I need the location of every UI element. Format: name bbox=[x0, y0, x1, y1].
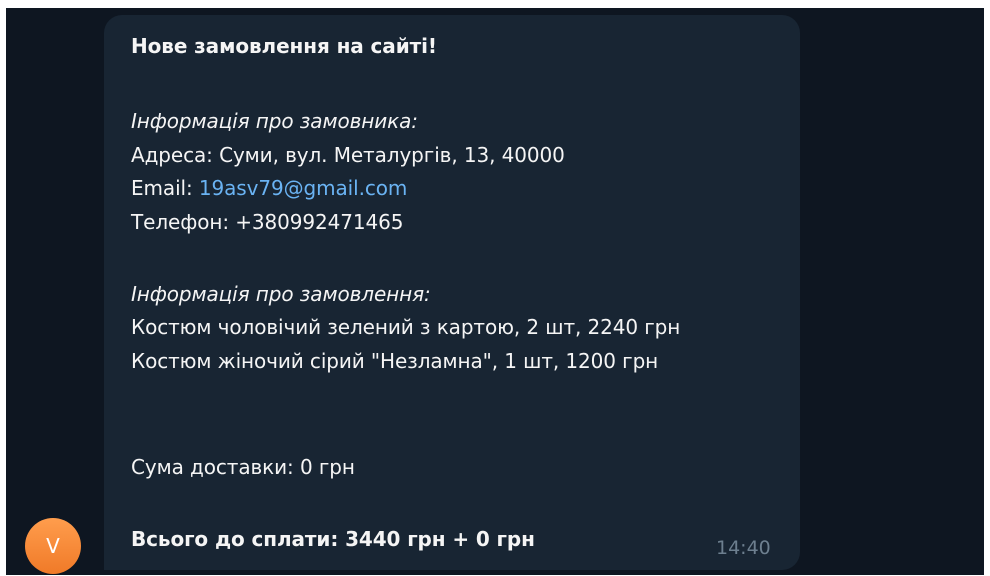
message-title: Нове замовлення на сайті! bbox=[131, 34, 437, 58]
address-label: Адреса: bbox=[131, 143, 213, 167]
phone-line: Телефон: +380992471465 bbox=[131, 210, 403, 234]
delivery-line: Сума доставки: 0 грн bbox=[131, 455, 355, 479]
email-label: Email: bbox=[131, 176, 193, 200]
message-timestamp: 14:40 bbox=[716, 537, 771, 559]
customer-info-heading: Інформація про замовника: bbox=[131, 109, 418, 133]
phone-label: Телефон: bbox=[131, 210, 229, 234]
address-line: Адреса: Суми, вул. Металургів, 13, 40000 bbox=[131, 143, 565, 167]
avatar-letter: V bbox=[46, 534, 60, 558]
order-item: Костюм жіночий сірий "Незламна", 1 шт, 1… bbox=[131, 349, 659, 373]
delivery-value: 0 грн bbox=[299, 455, 355, 479]
order-info-heading: Інформація про замовлення: bbox=[131, 282, 431, 306]
order-item: Костюм чоловічий зелений з картою, 2 шт,… bbox=[131, 315, 681, 339]
phone-value: +380992471465 bbox=[235, 210, 404, 234]
address-value: Суми, вул. Металургів, 13, 40000 bbox=[219, 143, 565, 167]
delivery-label: Сума доставки: bbox=[131, 455, 294, 479]
email-line: Email: 19asv79@gmail.com bbox=[131, 176, 407, 200]
email-link[interactable]: 19asv79@gmail.com bbox=[199, 176, 407, 200]
total-line: Всього до сплати: 3440 грн + 0 грн bbox=[131, 527, 535, 551]
sender-avatar[interactable]: V bbox=[25, 518, 81, 574]
